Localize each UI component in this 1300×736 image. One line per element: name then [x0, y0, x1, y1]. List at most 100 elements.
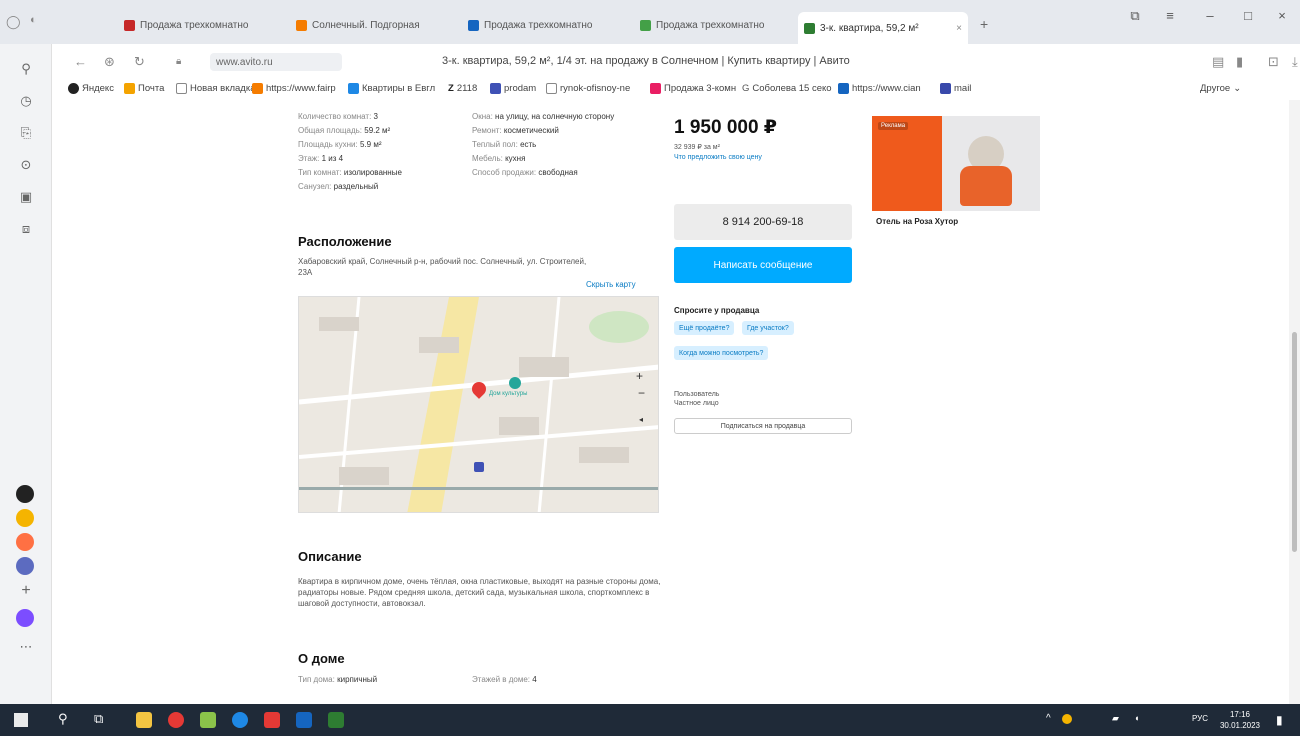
page-scrollbar[interactable]: [1289, 100, 1300, 704]
hide-map-link[interactable]: Скрыть карту: [586, 279, 636, 290]
bookmark-label: Новая вкладка: [190, 83, 256, 94]
ad-card[interactable]: Реклама Отель на Роза Хутор: [872, 116, 1040, 252]
house-heading: О доме: [298, 651, 345, 666]
bookmark-item[interactable]: Почта: [124, 83, 164, 94]
bookmark-item[interactable]: prodam: [490, 83, 536, 94]
tab-close-icon[interactable]: ×: [956, 23, 962, 34]
bookmark-item[interactable]: rynok-ofisnoy-ne: [546, 83, 630, 94]
tab-active[interactable]: 3-к. квартира, 59,2 м² ×: [798, 12, 968, 44]
maximize-icon[interactable]: □: [1238, 8, 1258, 23]
minimize-icon[interactable]: –: [1200, 8, 1220, 23]
edge-icon[interactable]: [232, 712, 248, 728]
page-content: Количество комнат: 3 Общая площадь: 59.2…: [52, 100, 1300, 704]
tray-app-icon[interactable]: [1062, 714, 1072, 724]
poi-icon[interactable]: [509, 377, 521, 389]
ask-chip-where[interactable]: Где участок?: [742, 321, 794, 335]
screenshot-icon[interactable]: ⧈: [15, 218, 37, 240]
ad-image: Реклама: [872, 116, 1040, 211]
zoom-in-button[interactable]: +: [636, 369, 643, 383]
yandex-menu-icon[interactable]: ◯: [6, 14, 21, 30]
messenger-icon[interactable]: [16, 557, 34, 575]
reader-icon[interactable]: ▤: [1212, 54, 1224, 70]
ask-chip-when-view[interactable]: Когда можно посмотреть?: [674, 346, 769, 360]
show-phone-button[interactable]: 8 914 200-69-18: [674, 204, 852, 240]
search-icon[interactable]: ⚲: [58, 711, 68, 727]
offer-price-link[interactable]: Что предложить свою цену: [674, 152, 762, 163]
video-icon[interactable]: ⊙: [15, 154, 37, 176]
spec-windows: Окна: на улицу, на солнечную сторону: [472, 112, 614, 121]
app-icon[interactable]: [200, 712, 216, 728]
bookmark-icon[interactable]: ▮: [1236, 54, 1243, 70]
bookmarks-more[interactable]: Другое ⌄: [1200, 83, 1241, 94]
tab-4[interactable]: Продажа трехкомнатно: [634, 12, 796, 38]
yandex-plus-icon[interactable]: [16, 485, 34, 503]
more-icon[interactable]: ⋯: [15, 636, 37, 658]
url-chip[interactable]: www.avito.ru: [210, 53, 342, 71]
notes-icon[interactable]: ▣: [15, 186, 37, 208]
scroll-thumb[interactable]: [1292, 332, 1297, 552]
back-icon[interactable]: ←: [74, 54, 87, 69]
bookmark-item[interactable]: Z 2118: [448, 83, 477, 94]
clock[interactable]: 17:16 30.01.2023: [1220, 709, 1260, 731]
bus-stop-icon[interactable]: [474, 462, 484, 472]
volume-icon[interactable]: ◖: [1134, 713, 1139, 723]
tab-label: Продажа трехкомнатно: [140, 19, 249, 31]
new-tab-button[interactable]: +: [980, 16, 988, 32]
reload-icon[interactable]: ↻: [134, 54, 145, 70]
file-explorer-icon[interactable]: [136, 712, 152, 728]
language-indicator[interactable]: РУС: [1192, 714, 1208, 723]
bookmark-item[interactable]: Новая вкладка: [176, 83, 255, 94]
bookmark-item[interactable]: Яндекс: [68, 83, 114, 94]
task-view-icon[interactable]: ⧉: [94, 711, 103, 727]
ask-chip-still-selling[interactable]: Ещё продаёте?: [674, 321, 735, 335]
tab-3[interactable]: Продажа трехкомнатно: [462, 12, 632, 38]
collections-icon[interactable]: ⎘: [15, 122, 37, 144]
write-message-button[interactable]: Написать сообщение: [674, 247, 852, 283]
bookmarks-panel-icon[interactable]: ⧉: [1125, 8, 1145, 24]
alice-icon[interactable]: [16, 609, 34, 627]
notifications-icon[interactable]: ⚲: [15, 58, 37, 80]
yandex-icon[interactable]: [264, 712, 280, 728]
subscribe-seller-button[interactable]: Подписаться на продавца: [674, 418, 852, 434]
music-icon[interactable]: [16, 509, 34, 527]
bookmark-item[interactable]: mail: [940, 83, 971, 94]
bookmark-label: Квартиры в Евгл: [362, 83, 436, 94]
geolocation-icon[interactable]: ◂: [639, 415, 643, 424]
bookmark-item[interactable]: G Соболева 15 секо: [742, 83, 832, 94]
yandex-browser-icon[interactable]: [168, 712, 184, 728]
bookmark-item[interactable]: https://www.cian: [838, 83, 921, 94]
bookmark-item[interactable]: Продажа 3-комн: [650, 83, 736, 94]
download-icon[interactable]: ⤓: [1292, 54, 1298, 70]
start-icon[interactable]: [14, 713, 28, 727]
close-window-icon[interactable]: ×: [1272, 8, 1292, 23]
excel-icon[interactable]: [328, 712, 344, 728]
spec-value: 5.9 м²: [359, 140, 382, 149]
spec-room-type: Тип комнат: изолированные: [298, 168, 402, 177]
tab-1[interactable]: Продажа трехкомнатно: [118, 12, 288, 38]
bookmark-item[interactable]: https://www.fairp: [252, 83, 336, 94]
tab-label: Продажа трехкомнатно: [484, 19, 593, 31]
bookmarks-bar: Яндекс Почта Новая вкладка https://www.f…: [52, 80, 1300, 100]
zoom-out-button[interactable]: −: [638, 386, 645, 400]
add-panel-icon[interactable]: +: [15, 580, 37, 602]
house-type: Тип дома: кирпичный: [298, 675, 377, 684]
history-icon[interactable]: ◷: [15, 90, 37, 112]
tray-overflow-icon[interactable]: ^: [1046, 713, 1051, 724]
network-icon[interactable]: ▰: [1112, 713, 1119, 724]
notifications-icon[interactable]: ▮: [1276, 713, 1283, 727]
price: 1 950 000 ₽: [674, 117, 778, 138]
market-icon[interactable]: [16, 533, 34, 551]
spec-sale-type: Способ продажи: свободная: [472, 168, 578, 177]
bookmark-item[interactable]: Квартиры в Евгл: [348, 83, 435, 94]
yandex-protect-icon[interactable]: ⊛: [104, 54, 115, 70]
word-icon[interactable]: [296, 712, 312, 728]
extensions-icon[interactable]: ⊡: [1268, 54, 1279, 70]
map[interactable]: Дом культуры + − ◂: [298, 296, 659, 513]
spec-heated-floor: Теплый пол: есть: [472, 140, 536, 149]
tab-2[interactable]: Солнечный. Подгорная: [290, 12, 460, 38]
skier-jacket: [960, 166, 1012, 206]
tab-group-icon[interactable]: ◐: [30, 14, 37, 26]
tab-label: Солнечный. Подгорная: [312, 19, 420, 31]
ad-caption: Отель на Роза Хутор: [876, 217, 959, 226]
menu-icon[interactable]: ≡: [1160, 8, 1180, 23]
